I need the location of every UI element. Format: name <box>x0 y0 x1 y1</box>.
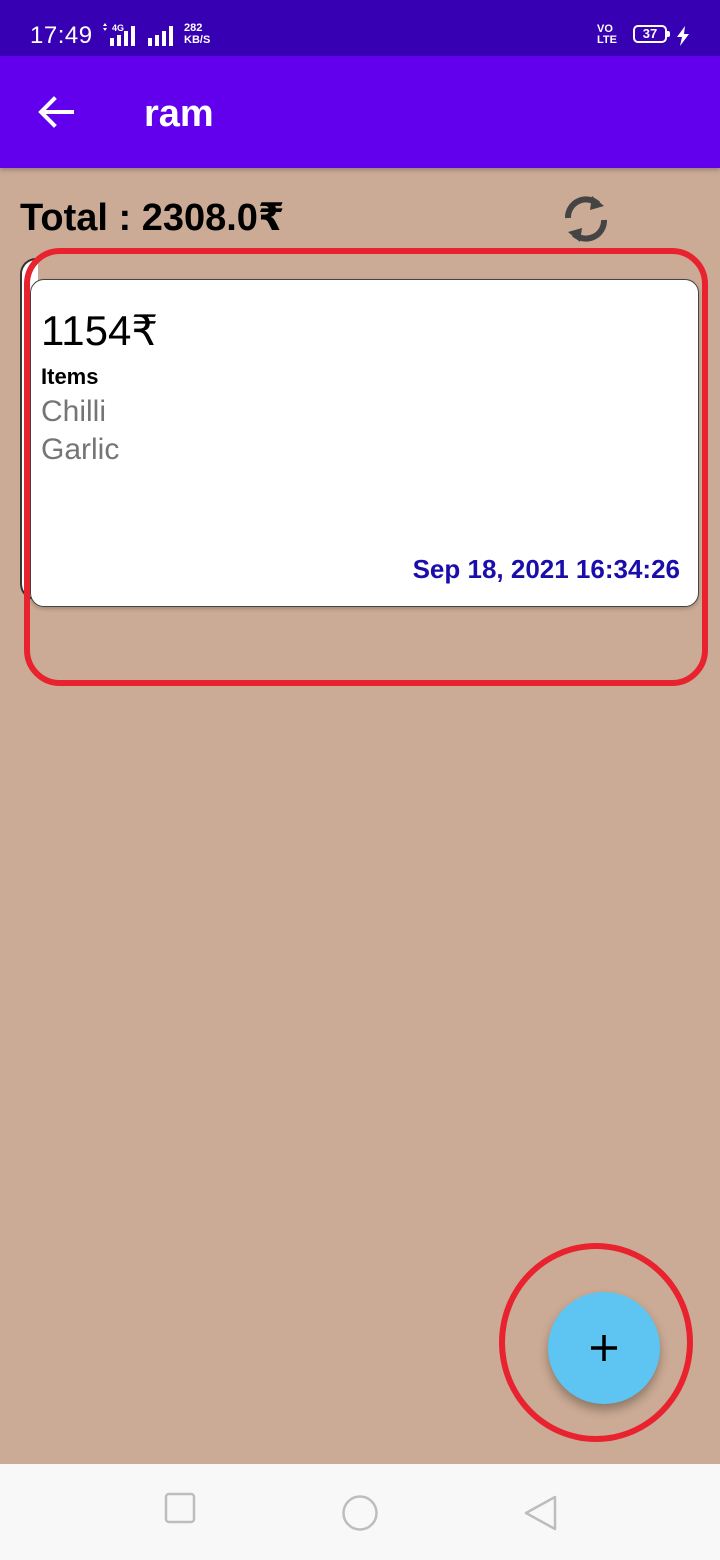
status-bar: 17:49 4G 282 KB/S VO LTE 37 <box>0 0 720 56</box>
charging-icon <box>677 26 689 46</box>
triangle-back-icon[interactable] <box>522 1494 558 1532</box>
page-title: ram <box>144 93 214 135</box>
order-item: Garlic <box>41 433 120 466</box>
signal-icon: 4G <box>103 23 135 46</box>
order-date: Sep 18, 2021 16:34:26 <box>412 554 680 584</box>
arrow-left-icon[interactable] <box>34 90 78 134</box>
refresh-icon[interactable] <box>560 192 612 246</box>
status-time: 17:49 <box>30 22 93 49</box>
volte-bottom: LTE <box>597 34 617 46</box>
app-bar: ram <box>0 56 720 168</box>
net-speed-unit: KB/S <box>184 34 211 46</box>
items-heading: Items <box>41 364 99 389</box>
network-type-label: 4G <box>112 23 124 33</box>
circle-icon[interactable] <box>341 1494 379 1532</box>
volte-indicator: VO LTE <box>597 24 617 46</box>
battery-indicator: 37 <box>633 25 670 43</box>
net-speed-value: 282 <box>184 22 203 34</box>
order-card[interactable]: 1154₹ Items Chilli Garlic Sep 18, 2021 1… <box>30 279 699 607</box>
order-item: Chilli <box>41 395 107 428</box>
order-amount: 1154₹ <box>41 307 159 354</box>
square-icon[interactable] <box>164 1492 196 1524</box>
net-speed: 282 KB/S <box>184 22 210 46</box>
navigation-bar <box>0 1464 720 1560</box>
signal-icon <box>148 26 173 46</box>
add-order-button[interactable] <box>548 1292 660 1404</box>
plus-icon <box>591 1335 617 1361</box>
total-amount: Total : 2308.0₹ <box>20 197 285 239</box>
